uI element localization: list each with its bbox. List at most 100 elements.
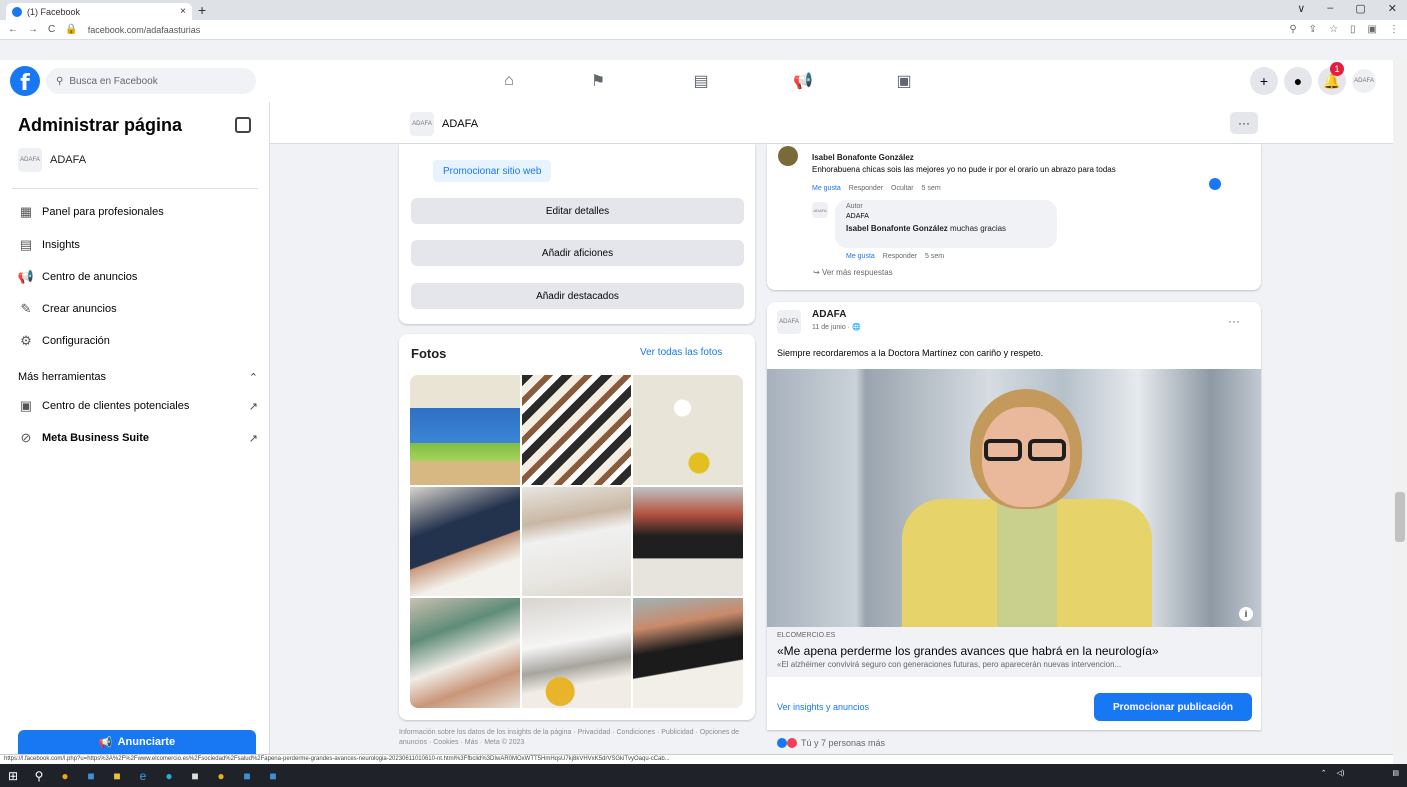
sidepanel-icon[interactable]: ▯	[1350, 24, 1356, 35]
page-scrollbar[interactable]	[1393, 60, 1407, 754]
reload-icon[interactable]: C	[48, 24, 55, 35]
page-header-title[interactable]: ADAFA ADAFA	[410, 112, 478, 136]
search-placeholder: Busca en Facebook	[69, 75, 158, 87]
key-icon[interactable]: ⚲	[1289, 24, 1296, 35]
reply-like-button[interactable]: Me gusta	[846, 253, 875, 260]
minimize-button[interactable]: –	[1327, 2, 1333, 15]
sidebar-item-panel[interactable]: ▦ Panel para profesionales	[18, 201, 164, 223]
chrome-icon[interactable]: ●	[208, 764, 234, 787]
comment-actions: Me gusta Responder Ocultar 5 sem	[812, 185, 941, 192]
maximize-button[interactable]: ▢	[1355, 2, 1365, 15]
promote-website-button[interactable]: Promocionar sitio web	[433, 160, 552, 182]
link-title[interactable]: «Me apena perderme los grandes avances q…	[777, 644, 1159, 658]
sidebar-item-meta-business-suite[interactable]: ⊘ Meta Business Suite ↗	[18, 427, 258, 449]
photo-thumbnail[interactable]	[410, 598, 520, 708]
photo-thumbnail[interactable]	[521, 375, 632, 485]
page-more-button[interactable]: ···	[1230, 112, 1258, 134]
scrollbar-thumb[interactable]	[1395, 492, 1405, 542]
messenger-icon[interactable]: ●	[1284, 67, 1312, 95]
post-more-button[interactable]: ···	[1228, 314, 1240, 328]
photo-thumbnail[interactable]	[633, 375, 743, 485]
link-source: ELCOMERCIO.ES	[777, 632, 836, 639]
reply-text: Isabel Bonafonte González muchas gracias	[846, 224, 1006, 233]
profile-icon[interactable]: ▣	[1368, 24, 1377, 35]
photo-thumbnail[interactable]	[410, 486, 520, 597]
more-replies-link[interactable]: ↪ Ver más respuestas	[813, 268, 893, 277]
add-hobbies-button[interactable]: Añadir aficiones	[411, 240, 744, 266]
reactions-summary[interactable]: Tú y 7 personas más	[777, 738, 885, 748]
tab-close-icon[interactable]: ×	[180, 6, 186, 17]
facebook-logo-icon[interactable]: f	[10, 66, 40, 96]
promote-post-button[interactable]: Promocionar publicación	[1094, 693, 1252, 721]
sidebar-item-leads-center[interactable]: ▣ Centro de clientes potenciales ↗	[18, 395, 258, 417]
app-icon[interactable]: ■	[182, 764, 208, 787]
pages-icon[interactable]: ▤	[690, 70, 712, 92]
close-window-button[interactable]: ✕	[1388, 2, 1397, 15]
post-author[interactable]: ADAFA	[812, 309, 846, 320]
app-icon[interactable]: ■	[234, 764, 260, 787]
app-icon[interactable]: ●	[52, 764, 78, 787]
advertise-button[interactable]: 📢 Anunciarte	[18, 730, 256, 754]
add-featured-button[interactable]: Añadir destacados	[411, 283, 744, 309]
search-icon[interactable]: ⚲	[26, 764, 52, 787]
sidebar-item-label: Centro de clientes potenciales	[42, 400, 190, 412]
post-link-image[interactable]: i	[767, 369, 1261, 627]
see-insights-link[interactable]: Ver insights y anuncios	[777, 702, 869, 712]
home-icon[interactable]: ⌂	[498, 70, 520, 92]
megaphone-icon[interactable]: 📢	[792, 70, 814, 92]
forward-icon[interactable]: →	[28, 24, 38, 35]
info-icon[interactable]: i	[1239, 607, 1253, 621]
app-icon[interactable]: ●	[156, 764, 182, 787]
share-icon[interactable]: ⇪	[1309, 24, 1317, 35]
gear-icon: ⚙	[20, 333, 32, 348]
sidebar-item-ad-center[interactable]: 📢 Centro de anuncios	[18, 266, 138, 288]
create-button[interactable]: +	[1250, 67, 1278, 95]
reply-reply-button[interactable]: Responder	[883, 253, 917, 260]
app-icon[interactable]: ■	[260, 764, 286, 787]
photo-thumbnail[interactable]	[521, 598, 632, 708]
reply-author[interactable]: ADAFA	[846, 213, 869, 220]
comment-reply-button[interactable]: Responder	[849, 185, 883, 192]
account-avatar[interactable]: ADAFA	[1352, 69, 1376, 93]
url-input[interactable]: facebook.com/adafaasturias	[88, 25, 201, 35]
menu-icon[interactable]: ⋮	[1389, 24, 1399, 35]
flag-icon[interactable]: ⚑	[587, 70, 609, 92]
app-icon[interactable]: ■	[78, 764, 104, 787]
windows-start-icon[interactable]: ⊞	[0, 764, 26, 787]
footer-links[interactable]: Información sobre los datos de los insig…	[399, 728, 749, 748]
sidebar-item-insights[interactable]: ▤ Insights	[18, 234, 80, 256]
app-icon[interactable]: ■	[104, 764, 130, 787]
see-all-photos-link[interactable]: Ver todas las fotos	[640, 347, 722, 358]
photo-grid	[410, 375, 743, 708]
edit-details-button[interactable]: Editar detalles	[411, 198, 744, 224]
volume-icon[interactable]: ◁)	[1337, 769, 1345, 777]
reply-mention[interactable]: Isabel Bonafonte González	[846, 224, 948, 233]
browser-tab[interactable]: (1) Facebook ×	[6, 3, 192, 20]
lock-icon: 🔒	[65, 24, 78, 35]
photo-thumbnail[interactable]	[633, 598, 743, 708]
post-author-avatar[interactable]: ADAFA	[777, 310, 801, 334]
new-tab-button[interactable]: +	[198, 2, 206, 18]
sidebar-item-settings[interactable]: ⚙ Configuración	[18, 330, 110, 352]
sidebar-collapse-icon[interactable]	[235, 117, 251, 133]
search-input[interactable]: ⚲ Busca en Facebook	[46, 68, 256, 94]
sidebar-page-switcher[interactable]: ADAFA ADAFA	[18, 148, 86, 172]
back-icon[interactable]: ←	[8, 24, 18, 35]
comment-like-button[interactable]: Me gusta	[812, 185, 841, 192]
star-icon[interactable]: ☆	[1329, 24, 1338, 35]
photo-thumbnail[interactable]	[633, 486, 743, 597]
edge-icon[interactable]: e	[130, 764, 156, 787]
comment-hide-button[interactable]: Ocultar	[891, 185, 914, 192]
watch-icon[interactable]: ▣	[893, 70, 915, 92]
more-tools-toggle[interactable]: Más herramientas ⌃	[18, 366, 258, 388]
commenter-avatar[interactable]	[778, 146, 798, 166]
photo-thumbnail[interactable]	[410, 375, 520, 485]
post-date[interactable]: 11 de junio · 🌐	[812, 323, 861, 331]
sidebar-item-create-ads[interactable]: ✎ Crear anuncios	[18, 298, 117, 320]
notification-center-icon[interactable]: ▤	[1392, 769, 1399, 777]
comment-author[interactable]: Isabel Bonafonte González	[812, 153, 914, 162]
clock[interactable]	[1354, 766, 1382, 780]
chevron-up-icon[interactable]: ⌃	[1321, 769, 1327, 777]
tab-search-icon[interactable]: ∨	[1297, 2, 1305, 15]
photo-thumbnail[interactable]	[521, 486, 632, 597]
